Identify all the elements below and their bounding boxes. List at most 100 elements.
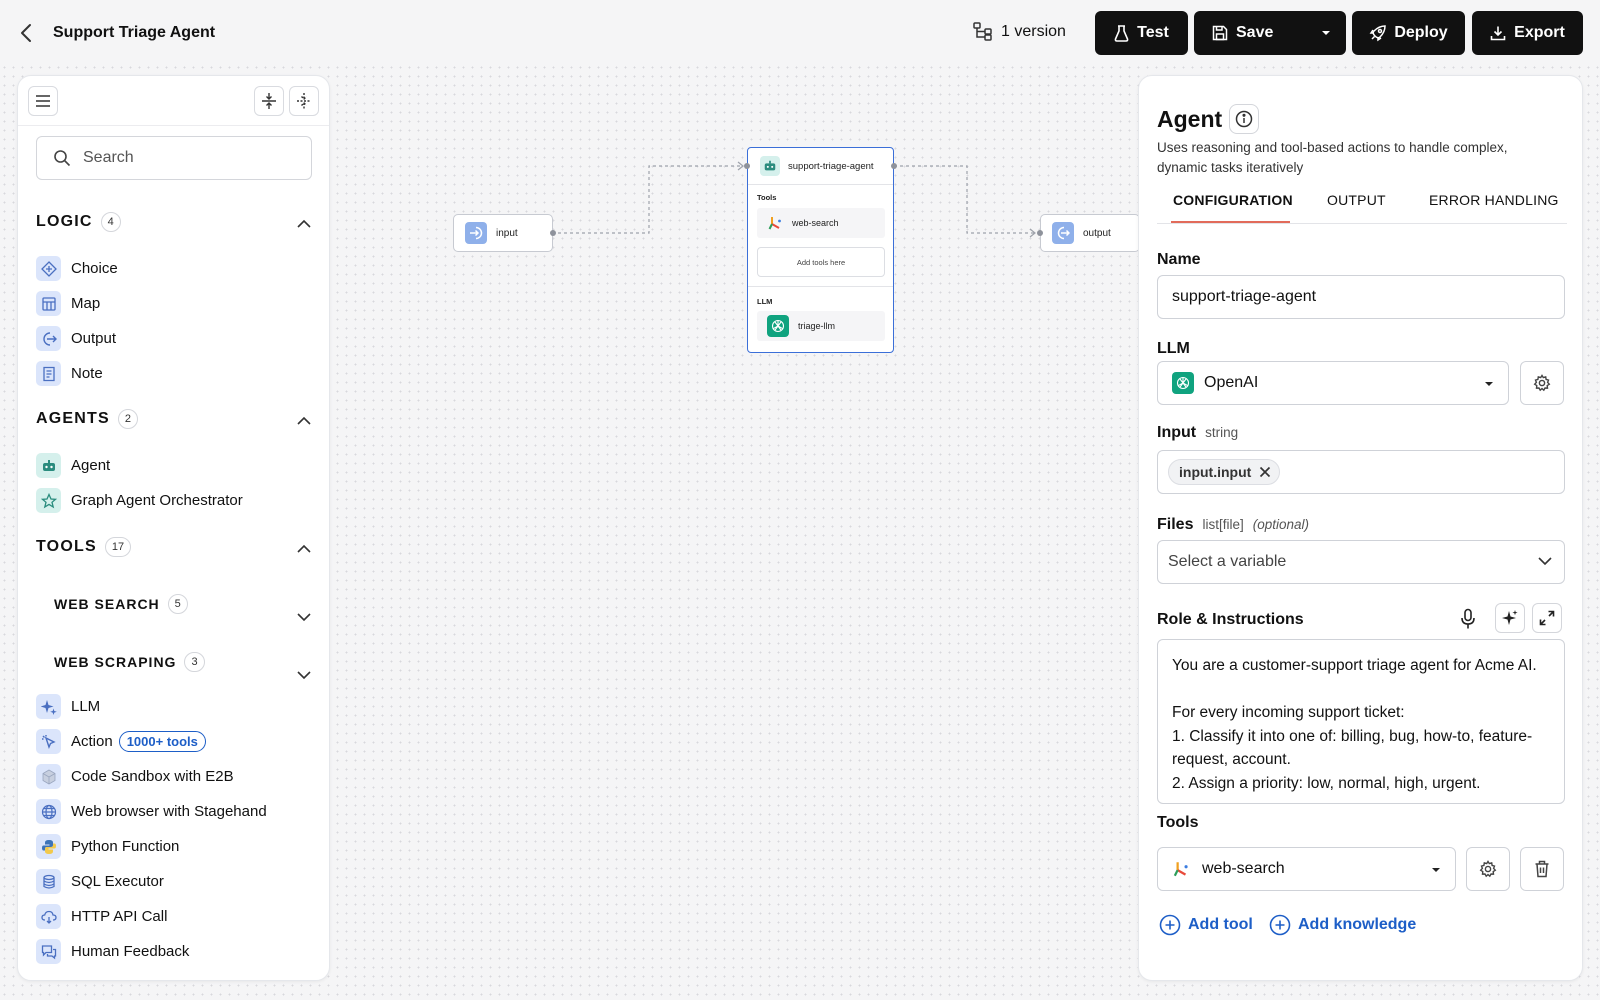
hamburger-icon bbox=[36, 95, 50, 107]
menu-button[interactable] bbox=[28, 86, 58, 116]
test-button[interactable]: Test bbox=[1095, 11, 1188, 55]
name-input[interactable] bbox=[1172, 288, 1564, 306]
role-instructions-textarea[interactable]: You are a customer-support triage agent … bbox=[1157, 639, 1565, 804]
subsection-count: 3 bbox=[184, 652, 205, 672]
library-item-graph-agent-orchestrator[interactable]: Graph Agent Orchestrator bbox=[36, 488, 243, 513]
files-label-text: Files bbox=[1157, 516, 1194, 533]
library-item-web-browser[interactable]: Web browser with Stagehand bbox=[36, 799, 267, 824]
llm-label: LLM bbox=[1157, 340, 1190, 358]
tab-output[interactable]: OUTPUT bbox=[1327, 192, 1386, 208]
info-button[interactable] bbox=[1229, 104, 1259, 134]
library-item-code-sandbox[interactable]: Code Sandbox with E2B bbox=[36, 764, 234, 789]
ai-generate-button[interactable] bbox=[1495, 603, 1525, 633]
close-icon[interactable] bbox=[1259, 466, 1271, 478]
export-label: Export bbox=[1514, 24, 1565, 41]
tool-select[interactable]: web-search bbox=[1157, 847, 1456, 891]
export-button[interactable]: Export bbox=[1472, 11, 1583, 55]
agent-config-panel: Agent Uses reasoning and tool-based acti… bbox=[1138, 75, 1583, 981]
library-item-output[interactable]: Output bbox=[36, 326, 116, 351]
deploy-label: Deploy bbox=[1394, 24, 1448, 41]
output-port-handle[interactable] bbox=[1037, 230, 1043, 236]
library-item-label: HTTP API Call bbox=[71, 908, 168, 925]
add-knowledge-button[interactable]: Add knowledge bbox=[1269, 914, 1416, 936]
chevron-down-icon[interactable] bbox=[297, 613, 311, 622]
llm-select[interactable]: OpenAI bbox=[1157, 361, 1509, 405]
canvas-node-agent[interactable]: support-triage-agent Tools web-search Ad… bbox=[747, 147, 894, 353]
name-field[interactable] bbox=[1157, 275, 1565, 319]
sparkle-icon bbox=[36, 694, 61, 719]
version-button[interactable]: 1 version bbox=[973, 22, 1066, 41]
subsection-title: WEB SCRAPING bbox=[54, 654, 177, 670]
microphone-button[interactable] bbox=[1453, 604, 1483, 634]
tab-error-handling[interactable]: ERROR HANDLING bbox=[1429, 192, 1559, 208]
canvas-node-output[interactable]: output bbox=[1040, 214, 1140, 252]
library-item-label: Note bbox=[71, 365, 103, 382]
tool-settings-button[interactable] bbox=[1466, 847, 1510, 891]
node-library-panel: LOGIC 4 Choice Map Output Note AGENTS 2 … bbox=[17, 75, 330, 981]
chevron-down-icon[interactable] bbox=[297, 671, 311, 680]
canvas-node-input[interactable]: input bbox=[453, 214, 553, 252]
library-item-python-function[interactable]: Python Function bbox=[36, 834, 179, 859]
save-button[interactable]: Save bbox=[1194, 11, 1346, 55]
search-box[interactable] bbox=[36, 136, 312, 180]
subsection-header-web-scraping[interactable]: WEB SCRAPING 3 bbox=[54, 652, 205, 672]
map-icon bbox=[36, 291, 61, 316]
collapse-all-button[interactable] bbox=[289, 86, 319, 116]
input-label: Input string bbox=[1157, 424, 1238, 442]
chevron-up-icon[interactable] bbox=[297, 416, 311, 425]
library-item-choice[interactable]: Choice bbox=[36, 256, 118, 281]
trash-icon bbox=[1535, 860, 1549, 878]
expand-editor-button[interactable] bbox=[1532, 603, 1562, 633]
gear-icon bbox=[1533, 374, 1551, 392]
input-variable-field[interactable]: input.input bbox=[1157, 450, 1565, 494]
chevron-up-icon[interactable] bbox=[297, 544, 311, 553]
expand-all-button[interactable] bbox=[254, 86, 284, 116]
agent-node-llm-label: LLM bbox=[757, 297, 773, 306]
library-item-map[interactable]: Map bbox=[36, 291, 100, 316]
files-select[interactable]: Select a variable bbox=[1157, 540, 1565, 584]
chevron-up-icon[interactable] bbox=[297, 219, 311, 228]
input-port-handle[interactable] bbox=[550, 230, 556, 236]
agent-output-port[interactable] bbox=[891, 163, 897, 169]
library-item-human-feedback[interactable]: Human Feedback bbox=[36, 939, 189, 964]
section-header-tools[interactable]: TOOLS 17 bbox=[36, 537, 132, 557]
section-header-agents[interactable]: AGENTS 2 bbox=[36, 409, 138, 429]
agent-node-tool-web-search[interactable]: web-search bbox=[757, 208, 885, 238]
edge-input-to-agent bbox=[552, 165, 742, 234]
openai-icon bbox=[1172, 372, 1194, 394]
library-item-http-api-call[interactable]: HTTP API Call bbox=[36, 904, 167, 929]
subsection-header-web-search[interactable]: WEB SEARCH 5 bbox=[54, 594, 188, 614]
library-item-agent[interactable]: Agent bbox=[36, 453, 110, 478]
version-label: 1 version bbox=[1001, 22, 1066, 40]
back-button[interactable] bbox=[14, 20, 38, 46]
deploy-button[interactable]: Deploy bbox=[1352, 11, 1465, 55]
tool-select-value: web-search bbox=[1202, 860, 1285, 877]
tools-count-badge: 1000+ tools bbox=[118, 731, 206, 752]
panel-description: Uses reasoning and tool-based actions to… bbox=[1157, 140, 1508, 175]
save-disk-icon bbox=[1212, 25, 1228, 41]
section-title-logic: LOGIC bbox=[36, 213, 93, 230]
delete-tool-button[interactable] bbox=[1520, 847, 1564, 891]
search-input[interactable] bbox=[83, 149, 283, 167]
caret-down-icon bbox=[1485, 382, 1493, 386]
library-item-llm[interactable]: LLM bbox=[36, 694, 100, 719]
gear-icon bbox=[1479, 860, 1497, 878]
caret-down-icon bbox=[1432, 868, 1440, 872]
agent-node-llm-triage[interactable]: triage-llm bbox=[757, 311, 885, 341]
files-placeholder: Select a variable bbox=[1168, 553, 1287, 570]
files-optional: (optional) bbox=[1252, 517, 1310, 532]
tab-configuration[interactable]: CONFIGURATION bbox=[1173, 192, 1293, 208]
agent-node-tools-label: Tools bbox=[757, 193, 777, 202]
llm-settings-button[interactable] bbox=[1520, 361, 1564, 405]
library-item-action[interactable]: Action 1000+ tools bbox=[36, 729, 206, 754]
library-item-note[interactable]: Note bbox=[36, 361, 103, 386]
agent-input-port[interactable] bbox=[744, 163, 750, 169]
download-icon bbox=[1490, 26, 1506, 41]
agent-node-add-tools[interactable]: Add tools here bbox=[757, 247, 885, 277]
caret-down-icon[interactable] bbox=[1320, 27, 1332, 39]
library-item-sql-executor[interactable]: SQL Executor bbox=[36, 869, 164, 894]
sparkle-icon bbox=[1502, 610, 1518, 625]
section-header-logic[interactable]: LOGIC 4 bbox=[36, 212, 121, 232]
add-tool-button[interactable]: Add tool bbox=[1159, 914, 1253, 936]
section-title-agents: AGENTS bbox=[36, 410, 110, 427]
